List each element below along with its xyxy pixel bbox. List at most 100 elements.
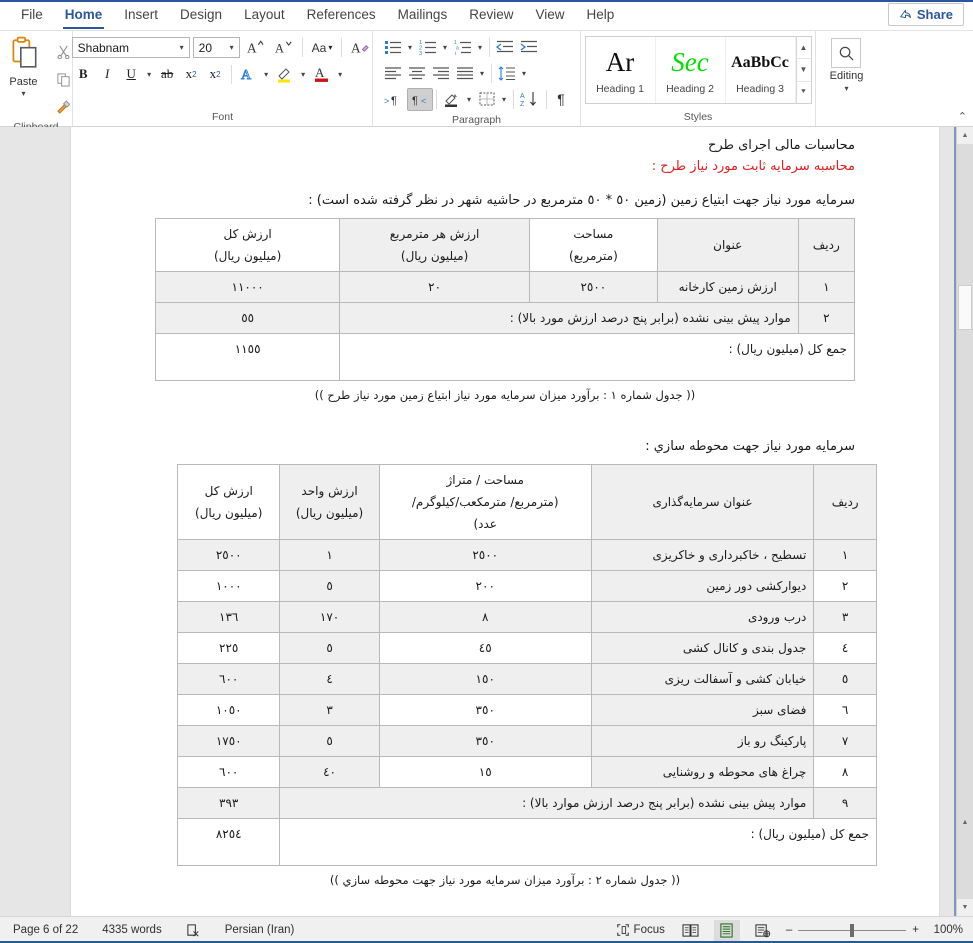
text-effects-icon[interactable]: A xyxy=(236,63,260,86)
subscript-button[interactable]: x2 xyxy=(180,63,203,86)
cell-unit-value: ٢٠ xyxy=(339,271,530,303)
document-canvas[interactable]: محاسبات مالی اجرای طرح محاسبه سرمایه ثاب… xyxy=(0,127,973,916)
table-site-development[interactable]: رديف عنوان سرمایه‌گذاری مساحت / متراژ (م… xyxy=(176,464,877,866)
split-handle-icon[interactable]: ▲ xyxy=(957,815,973,830)
svg-text:A: A xyxy=(520,93,525,100)
status-word-count[interactable]: 4335 words xyxy=(99,922,164,938)
table-land-capital[interactable]: رديف عنوان مساحت (مترمربع) ارزش هر مترمر… xyxy=(154,218,856,381)
clear-formatting-icon[interactable]: A xyxy=(348,36,373,59)
focus-mode-button[interactable]: Focus xyxy=(613,921,668,939)
style-heading-1[interactable]: Ar Heading 1 xyxy=(586,37,656,103)
numbering-chevron-down-icon[interactable]: ▾ xyxy=(440,36,451,58)
zoom-level[interactable]: 100% xyxy=(929,924,963,936)
th-arzesh-har: ارزش هر مترمربع (میلیون ریال) xyxy=(339,218,530,272)
gallery-scroll-down-icon[interactable]: ▼ xyxy=(796,59,811,82)
status-page-number[interactable]: Page 6 of 22 xyxy=(10,922,81,938)
numbering-icon[interactable]: 123 xyxy=(416,36,440,59)
chevron-down-icon[interactable]: ▾ xyxy=(177,43,187,52)
paste-button[interactable]: Paste ▾ xyxy=(0,36,50,119)
th-masahat-metraj: مساحت / متراژ (مترمربع/ مترمکعب/کیلوگرم/… xyxy=(378,464,592,540)
tab-file[interactable]: File xyxy=(10,1,54,30)
tab-design[interactable]: Design xyxy=(169,1,233,30)
shrink-font-icon[interactable]: A xyxy=(271,36,296,59)
sort-icon[interactable]: AZ xyxy=(517,88,543,111)
zoom-out-icon[interactable]: – xyxy=(786,924,792,936)
underline-button[interactable]: U xyxy=(120,63,143,86)
multilevel-list-icon[interactable]: 1ai xyxy=(451,36,475,59)
grow-font-icon[interactable]: A xyxy=(243,36,268,59)
align-left-icon[interactable] xyxy=(381,62,405,85)
rtl-text-direction-button[interactable]: ¶ < xyxy=(406,87,433,111)
shading-icon[interactable] xyxy=(440,88,464,111)
borders-icon[interactable] xyxy=(475,88,499,111)
align-right-icon[interactable] xyxy=(429,62,453,85)
chevron-down-icon[interactable]: ▾ xyxy=(227,43,237,52)
tab-view[interactable]: View xyxy=(524,1,575,30)
superscript-button[interactable]: x2 xyxy=(204,63,227,86)
highlight-icon[interactable] xyxy=(273,63,297,86)
styles-gallery-scroll[interactable]: ▲ ▼ ⯆ xyxy=(795,37,811,103)
zoom-track[interactable] xyxy=(798,923,907,937)
show-formatting-marks-icon[interactable]: ¶ xyxy=(550,88,573,111)
read-mode-button[interactable] xyxy=(678,920,704,941)
justify-icon[interactable] xyxy=(453,62,477,85)
share-button[interactable]: Share xyxy=(887,3,964,26)
decrease-indent-icon[interactable] xyxy=(493,36,517,59)
cell-no: ١ xyxy=(797,271,856,303)
editing-button[interactable]: Editing ▾ xyxy=(830,34,863,93)
vertical-scrollbar[interactable]: ▲ ▲ ▼ xyxy=(956,127,973,916)
document-page[interactable]: محاسبات مالی اجرای طرح محاسبه سرمایه ثاب… xyxy=(70,127,940,916)
italic-button[interactable]: I xyxy=(96,63,119,86)
zoom-thumb[interactable] xyxy=(850,923,855,937)
font-name-combo[interactable]: Shabnam ▾ xyxy=(71,37,190,58)
tab-home[interactable]: Home xyxy=(54,1,114,30)
multilevel-chevron-down-icon[interactable]: ▾ xyxy=(475,36,486,58)
web-layout-button[interactable] xyxy=(750,920,776,941)
zoom-slider[interactable]: – + xyxy=(786,923,919,937)
collapse-ribbon-icon[interactable]: ⌃ xyxy=(958,110,967,123)
line-spacing-chevron-down-icon[interactable]: ▾ xyxy=(519,62,530,84)
justify-chevron-down-icon[interactable]: ▾ xyxy=(477,62,488,84)
print-layout-button[interactable] xyxy=(713,919,740,941)
font-size-combo[interactable]: 20 ▾ xyxy=(192,37,240,58)
gallery-scroll-up-icon[interactable]: ▲ xyxy=(796,37,811,60)
bullets-chevron-down-icon[interactable]: ▾ xyxy=(405,36,416,58)
proofing-errors-icon[interactable] xyxy=(183,921,204,940)
increase-indent-icon[interactable] xyxy=(517,36,541,59)
line-spacing-icon[interactable] xyxy=(495,62,519,85)
tab-mailings[interactable]: Mailings xyxy=(387,1,459,30)
scroll-up-icon[interactable]: ▲ xyxy=(957,127,973,144)
cell-contingency-text: موارد پیش بینی نشده (برابر پنج درصد ارزش… xyxy=(339,302,799,334)
shading-chevron-down-icon[interactable]: ▾ xyxy=(464,88,475,110)
strikethrough-button[interactable]: ab xyxy=(156,63,179,86)
scrollbar-thumb[interactable] xyxy=(958,285,972,330)
underline-chevron-down-icon[interactable]: ▾ xyxy=(144,63,155,85)
tab-layout[interactable]: Layout xyxy=(233,1,296,30)
align-center-icon[interactable] xyxy=(405,62,429,85)
tab-insert[interactable]: Insert xyxy=(113,1,169,30)
borders-chevron-down-icon[interactable]: ▾ xyxy=(499,88,510,110)
scroll-down-icon[interactable]: ▼ xyxy=(957,899,973,916)
ribbon-group-clipboard: Paste ▾ xyxy=(0,31,72,133)
font-color-chevron-down-icon[interactable]: ▾ xyxy=(335,63,346,85)
highlight-chevron-down-icon[interactable]: ▾ xyxy=(298,63,309,85)
text-effects-chevron-down-icon[interactable]: ▾ xyxy=(261,63,272,85)
scrollbar-track[interactable] xyxy=(957,144,973,899)
chevron-down-icon[interactable]: ▾ xyxy=(844,84,848,93)
gallery-more-icon[interactable]: ⯆ xyxy=(797,82,811,103)
tab-help[interactable]: Help xyxy=(576,1,626,30)
font-color-icon[interactable]: A xyxy=(310,63,334,86)
bullets-icon[interactable] xyxy=(381,36,405,59)
table-header-row: رديف عنوان سرمایه‌گذاری مساحت / متراژ (م… xyxy=(176,464,877,540)
tab-references[interactable]: References xyxy=(296,1,387,30)
zoom-in-icon[interactable]: + xyxy=(912,924,919,936)
status-language[interactable]: Persian (Iran) xyxy=(222,922,298,938)
bold-button[interactable]: B xyxy=(72,63,95,86)
style-heading-2[interactable]: Sec Heading 2 xyxy=(656,37,726,103)
change-case-icon[interactable]: Aa ▾ xyxy=(309,36,336,59)
tab-review[interactable]: Review xyxy=(458,1,524,30)
ltr-text-direction-button[interactable]: > ¶ xyxy=(381,88,407,111)
svg-text:¶: ¶ xyxy=(391,95,397,107)
style-heading-3[interactable]: AaBbCc Heading 3 xyxy=(726,37,796,103)
chevron-down-icon[interactable]: ▾ xyxy=(21,89,25,98)
